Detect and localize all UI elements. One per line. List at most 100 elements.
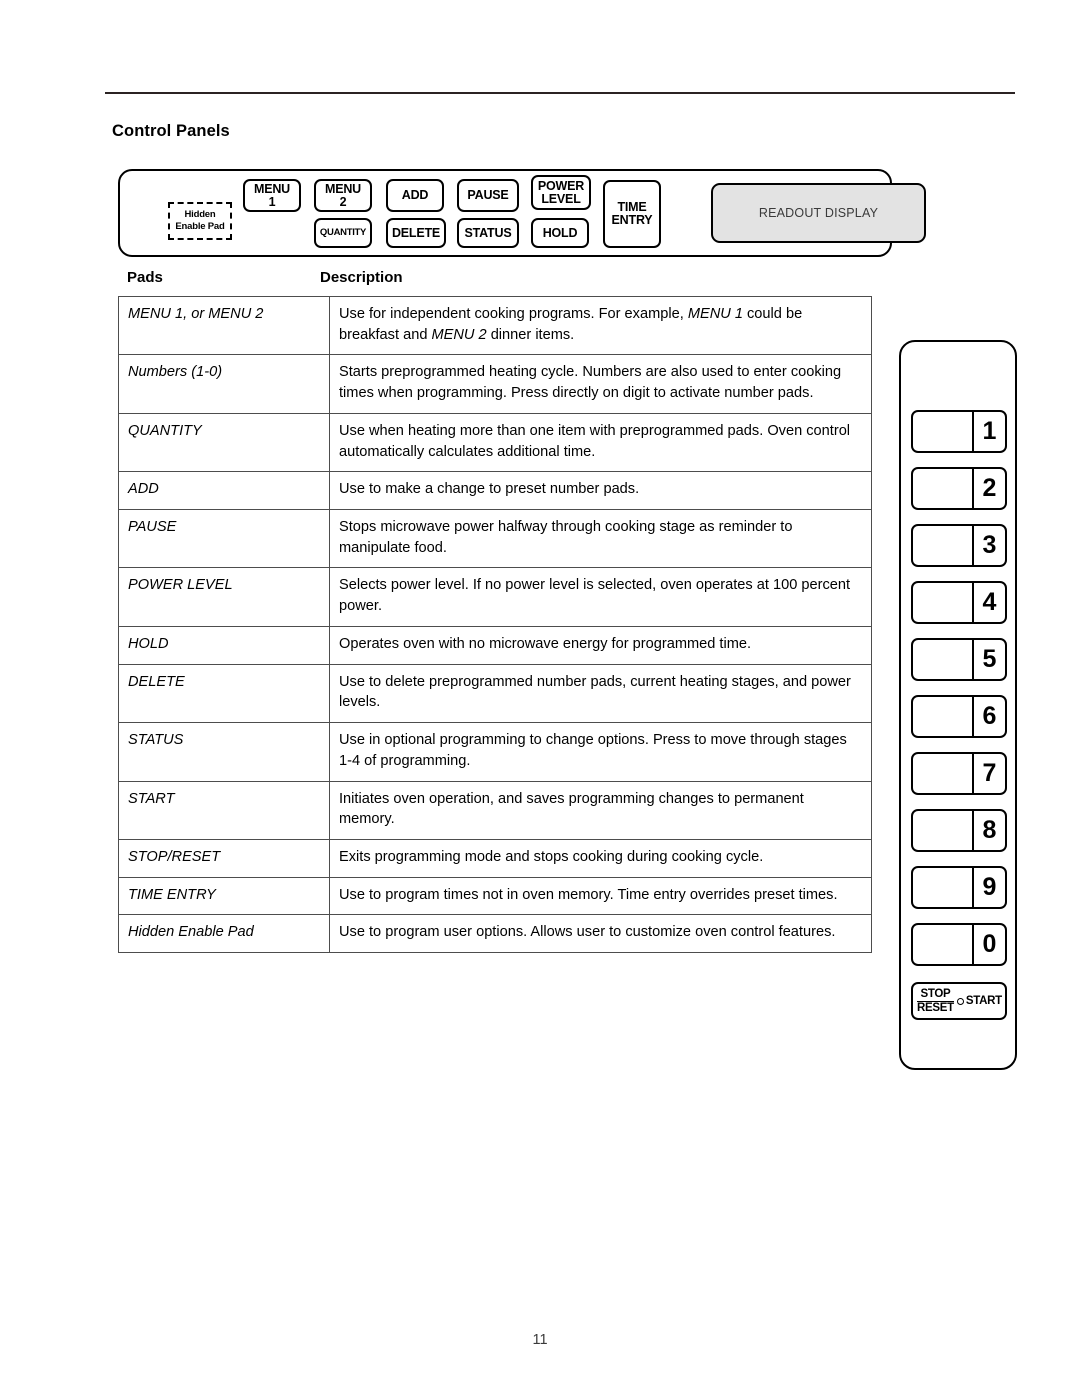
keypad-button-2[interactable]: 2 <box>911 467 1007 510</box>
pad-menu-2-line2: 2 <box>339 194 347 209</box>
table-row: TIME ENTRY Use to program times not in o… <box>118 876 872 916</box>
keypad-digit-7: 7 <box>982 759 997 787</box>
readout-display-label: READOUT DISPLAY <box>758 206 879 220</box>
stop-reset-start-button[interactable]: STOP RESET START <box>911 982 1007 1020</box>
keypad-digit-4: 4 <box>982 588 997 616</box>
keypad-button-6[interactable]: 6 <box>911 695 1007 738</box>
vertical-keypad-diagram: 1 2 3 4 5 6 7 8 9 0 STOP RESET START <box>899 340 1017 1070</box>
table-row: PAUSE Stops microwave power halfway thro… <box>118 509 872 569</box>
reset-label: RESET <box>917 1001 954 1014</box>
keypad-digit-0: 0 <box>982 930 997 958</box>
pad-name-cell: HOLD <box>118 625 330 665</box>
pad-description-cell: Use for independent cooking programs. Fo… <box>329 295 872 356</box>
pad-add[interactable]: ADD <box>386 179 444 212</box>
table-row: HOLD Operates oven with no microwave ene… <box>118 625 872 665</box>
keypad-button-8[interactable]: 8 <box>911 809 1007 852</box>
pad-time-entry[interactable]: TIME ENTRY <box>603 180 661 248</box>
pad-description-cell: Exits programming mode and stops cooking… <box>329 838 872 878</box>
pad-name-cell: ADD <box>118 471 330 511</box>
pad-pause-label: PAUSE <box>467 188 509 203</box>
keypad-button-5[interactable]: 5 <box>911 638 1007 681</box>
page-number: 11 <box>532 1332 548 1348</box>
pad-name-cell: STOP/RESET <box>118 838 330 878</box>
keypad-digit-2: 2 <box>982 474 997 502</box>
keypad-button-0[interactable]: 0 <box>911 923 1007 966</box>
table-row: STOP/RESET Exits programming mode and st… <box>118 838 872 878</box>
stop-label: STOP <box>917 988 954 1002</box>
pad-menu-2[interactable]: MENU 2 <box>314 179 372 212</box>
pad-hold[interactable]: HOLD <box>531 218 589 248</box>
keypad-label-area-7 <box>913 754 974 793</box>
pad-menu-1[interactable]: MENU 1 <box>243 179 301 212</box>
pad-name-cell: Numbers (1-0) <box>118 354 330 414</box>
table-row: DELETE Use to delete preprogrammed numbe… <box>118 663 872 724</box>
hidden-enable-pad[interactable]: Hidden Enable Pad <box>168 202 232 240</box>
pad-description-cell: Use in optional programming to change op… <box>329 722 872 782</box>
stop-reset-label: STOP RESET <box>917 988 954 1014</box>
pads-description-table: MENU 1, or MENU 2 Use for independent co… <box>118 295 872 954</box>
keypad-button-7[interactable]: 7 <box>911 752 1007 795</box>
pad-name-cell: POWER LEVEL <box>118 567 330 627</box>
pad-menu-1-line2: 1 <box>268 194 276 209</box>
keypad-digit-3: 3 <box>982 531 997 559</box>
pad-quantity[interactable]: QUANTITY <box>314 218 372 248</box>
keypad-button-9[interactable]: 9 <box>911 866 1007 909</box>
hidden-enable-pad-line1: Hidden <box>184 209 216 221</box>
header-rule <box>105 92 1015 94</box>
keypad-digit-6: 6 <box>982 702 997 730</box>
keypad-label-area-3 <box>913 526 974 565</box>
pad-description-cell: Use to make a change to preset number pa… <box>329 471 872 511</box>
pad-hold-label: HOLD <box>542 225 578 240</box>
table-row: Hidden Enable Pad Use to program user op… <box>118 914 872 954</box>
table-row: STATUS Use in optional programming to ch… <box>118 722 872 782</box>
pad-description-cell: Operates oven with no microwave energy f… <box>329 625 872 665</box>
pad-delete[interactable]: DELETE <box>386 218 446 248</box>
keypad-label-area-9 <box>913 868 974 907</box>
keypad-button-1[interactable]: 1 <box>911 410 1007 453</box>
pad-description-cell: Use to program user options. Allows user… <box>329 914 872 954</box>
pad-description-cell: Starts preprogrammed heating cycle. Numb… <box>329 354 872 414</box>
pad-description-cell: Use to program times not in oven memory.… <box>329 876 872 916</box>
table-row: QUANTITY Use when heating more than one … <box>118 412 872 473</box>
pad-name-cell: Hidden Enable Pad <box>118 914 330 954</box>
keypad-label-area-8 <box>913 811 974 850</box>
pad-name-cell: TIME ENTRY <box>118 876 330 916</box>
pad-description-cell: Selects power level. If no power level i… <box>329 567 872 627</box>
table-row: POWER LEVEL Selects power level. If no p… <box>118 567 872 627</box>
pad-description-cell: Stops microwave power halfway through co… <box>329 509 872 569</box>
keypad-label-area-1 <box>913 412 974 451</box>
keypad-digit-8: 8 <box>982 816 997 844</box>
pad-name-cell: PAUSE <box>118 509 330 569</box>
pad-name-cell: QUANTITY <box>118 412 330 473</box>
pad-power-level[interactable]: POWER LEVEL <box>531 175 591 210</box>
keypad-label-area-5 <box>913 640 974 679</box>
pad-status-label: STATUS <box>464 225 512 240</box>
readout-display: READOUT DISPLAY <box>711 183 926 243</box>
keypad-digit-9: 9 <box>982 873 997 901</box>
keypad-button-4[interactable]: 4 <box>911 581 1007 624</box>
keypad-label-area-4 <box>913 583 974 622</box>
pad-name-cell: STATUS <box>118 722 330 782</box>
pad-name-cell: MENU 1, or MENU 2 <box>118 295 330 356</box>
table-row: START Initiates oven operation, and save… <box>118 780 872 840</box>
pad-name-cell: DELETE <box>118 663 330 724</box>
keypad-digit-5: 5 <box>982 645 997 673</box>
table-row: ADD Use to make a change to preset numbe… <box>118 471 872 511</box>
keypad-button-3[interactable]: 3 <box>911 524 1007 567</box>
page-title: Control Panels <box>112 122 230 140</box>
table-header-description: Description <box>320 269 403 286</box>
pad-description-cell: Initiates oven operation, and saves prog… <box>329 780 872 840</box>
table-row: MENU 1, or MENU 2 Use for independent co… <box>118 295 872 356</box>
keypad-digit-1: 1 <box>982 417 997 445</box>
pad-power-level-line2: LEVEL <box>541 191 581 206</box>
pad-description-cell: Use to delete preprogrammed number pads,… <box>329 663 872 724</box>
pad-time-entry-line2: ENTRY <box>611 213 653 227</box>
pad-quantity-label: QUANTITY <box>319 227 367 239</box>
keypad-label-area-6 <box>913 697 974 736</box>
pad-pause[interactable]: PAUSE <box>457 179 519 212</box>
pad-status[interactable]: STATUS <box>457 218 519 248</box>
table-header-pads: Pads <box>127 269 163 286</box>
start-label: START <box>965 995 1002 1007</box>
control-panel-diagram: Hidden Enable Pad MENU 1 MENU 2 ADD PAUS… <box>118 169 926 257</box>
pad-delete-label: DELETE <box>391 225 441 240</box>
